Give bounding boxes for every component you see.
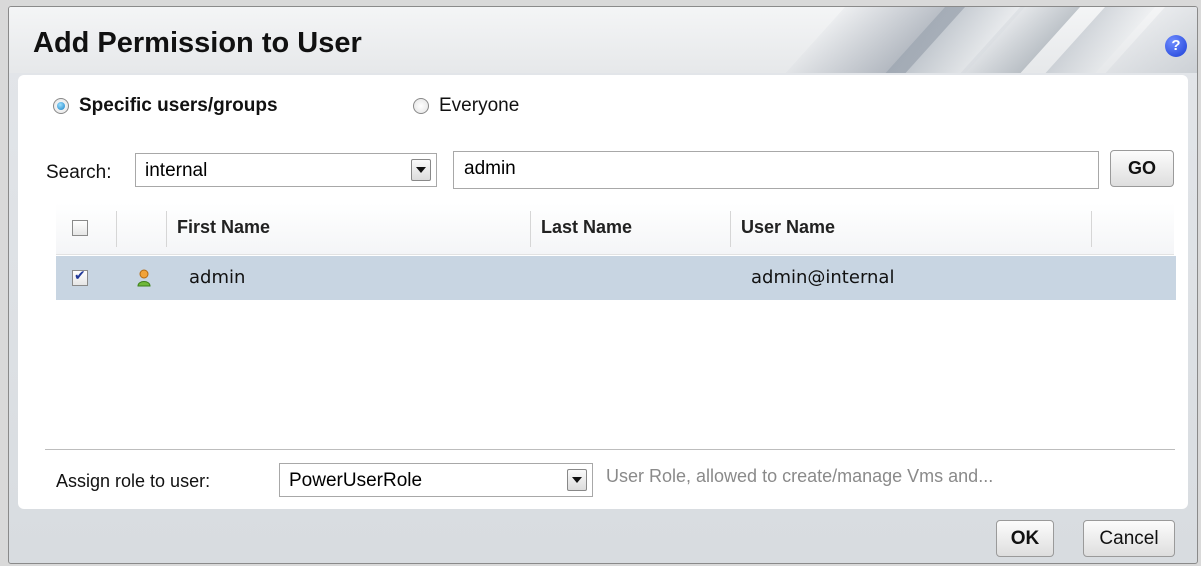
chevron-down-icon[interactable] <box>411 159 431 181</box>
row-checkbox[interactable] <box>72 268 88 286</box>
column-divider <box>166 211 167 247</box>
everyone-radio[interactable] <box>413 98 429 114</box>
row-user-name: admin@internal <box>751 267 895 288</box>
row-first-name: admin <box>189 267 246 288</box>
search-input[interactable]: admin <box>453 151 1099 189</box>
column-divider <box>530 211 531 247</box>
role-description: User Role, allowed to create/manage Vms … <box>606 466 994 486</box>
table-row[interactable]: admin admin@internal <box>56 256 1176 300</box>
users-table-header: First Name Last Name User Name <box>56 203 1174 255</box>
column-header-last-name[interactable]: Last Name <box>541 217 632 238</box>
assign-role-label: Assign role to user: <box>56 471 211 491</box>
search-domain-select[interactable]: internal <box>135 153 437 187</box>
everyone-label[interactable]: Everyone <box>439 95 519 117</box>
column-header-user-name[interactable]: User Name <box>741 217 835 238</box>
column-divider <box>116 211 117 247</box>
column-divider <box>730 211 731 247</box>
role-select[interactable]: PowerUserRole <box>279 463 593 497</box>
search-domain-value: internal <box>145 160 208 181</box>
select-all-checkbox[interactable] <box>72 220 88 236</box>
dialog-title: Add Permission to User <box>33 27 362 59</box>
ok-button[interactable]: OK <box>996 520 1054 557</box>
role-select-value: PowerUserRole <box>289 470 423 491</box>
cancel-button[interactable]: Cancel <box>1083 520 1175 557</box>
section-divider <box>45 449 1175 450</box>
specific-users-label[interactable]: Specific users/groups <box>79 95 278 117</box>
dialog-titlebar: Add Permission to User ? <box>9 7 1197 73</box>
help-icon[interactable]: ? <box>1165 35 1187 57</box>
go-button[interactable]: GO <box>1110 150 1174 187</box>
add-permission-dialog: Add Permission to User ? Specific users/… <box>8 6 1198 564</box>
search-label: Search: <box>46 162 112 183</box>
user-icon <box>137 269 151 287</box>
column-divider <box>1091 211 1092 247</box>
chevron-down-icon[interactable] <box>567 469 587 491</box>
column-header-first-name[interactable]: First Name <box>177 217 270 238</box>
specific-users-radio[interactable] <box>53 98 69 114</box>
